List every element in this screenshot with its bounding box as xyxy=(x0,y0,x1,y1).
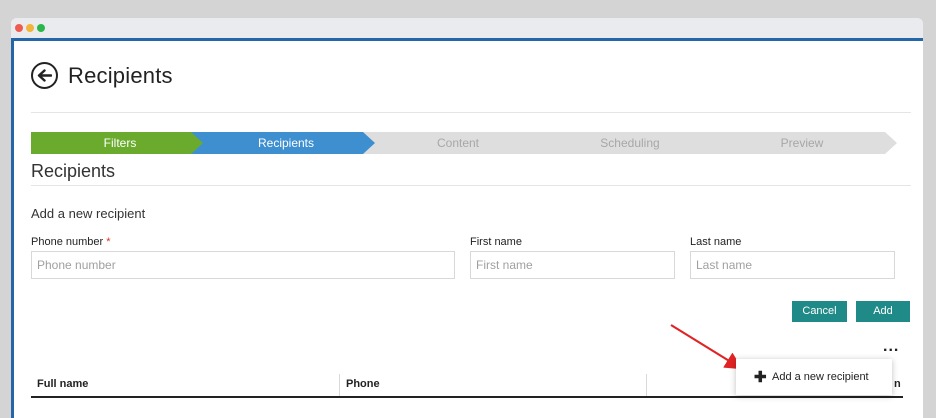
app-window: Recipients Filters Recipients Content Sc… xyxy=(11,18,923,418)
partial-column-header: n xyxy=(894,378,901,390)
annotation-arrow xyxy=(670,324,743,370)
add-new-recipient-menu-item[interactable]: ✚ Add a new recipient xyxy=(736,359,892,395)
plus-icon: ✚ xyxy=(754,369,767,386)
menu-item-label: Add a new recipient xyxy=(772,371,869,383)
